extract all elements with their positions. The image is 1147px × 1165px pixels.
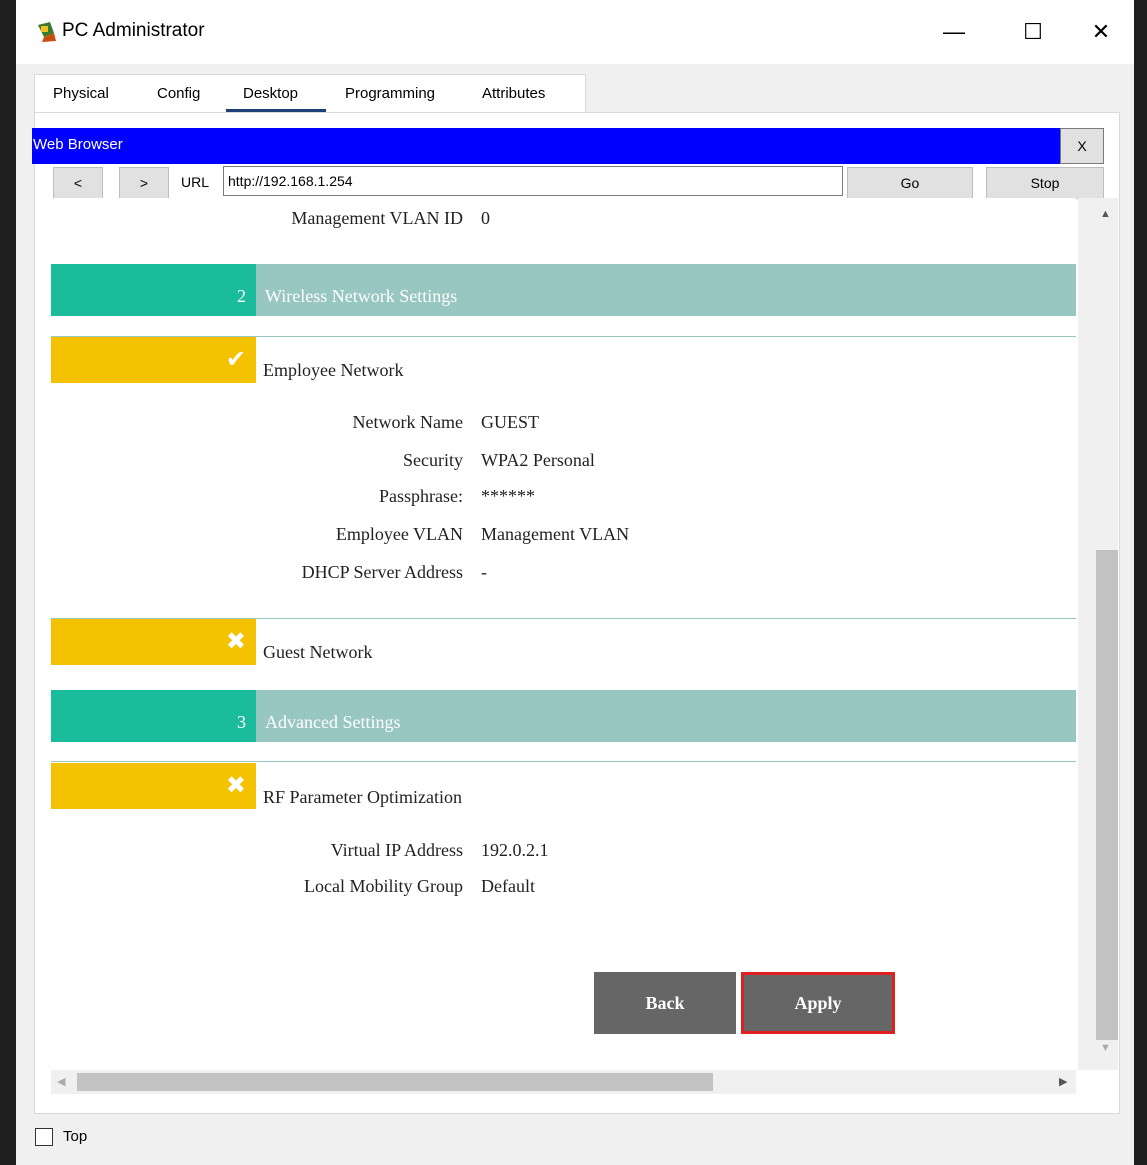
passphrase-label: Passphrase: (379, 486, 463, 506)
packet-tracer-pc-icon (38, 22, 56, 42)
guest-network-status: ✖ (51, 619, 256, 665)
cross-icon: ✖ (225, 627, 246, 655)
minimize-button[interactable]: — (931, 10, 977, 54)
guest-network-title[interactable]: Guest Network (263, 642, 372, 663)
top-checkbox[interactable] (35, 1128, 53, 1146)
dhcp-server-label: DHCP Server Address (301, 562, 463, 582)
horizontal-scrollbar[interactable]: ◀ ▶ (51, 1070, 1076, 1094)
back-button[interactable]: Back (594, 972, 736, 1034)
security-label: Security (403, 450, 463, 470)
vertical-scrollbar[interactable]: ▲ ▼ (1078, 198, 1118, 1070)
scroll-down-icon[interactable]: ▼ (1100, 1042, 1111, 1054)
url-label: URL (181, 174, 210, 190)
scroll-right-icon[interactable]: ▶ (1059, 1075, 1067, 1088)
browser-forward-button[interactable]: > (119, 167, 169, 199)
check-icon: ✔ (225, 345, 246, 373)
web-browser-title: Web Browser (33, 136, 123, 153)
employee-vlan-value: Management VLAN (481, 524, 630, 544)
mobility-group-label: Local Mobility Group (304, 876, 463, 896)
tab-desktop[interactable]: Desktop (243, 85, 298, 102)
passphrase-value: ****** (481, 486, 535, 506)
dhcp-server-value: - (481, 562, 487, 582)
section-wireless-network-settings: 2 Wireless Network Settings (51, 264, 1076, 316)
management-vlan-label: Management VLAN ID (291, 208, 463, 228)
title-bar: PC Administrator — ☐ ✕ (16, 0, 1134, 64)
divider (51, 761, 1076, 762)
stop-button[interactable]: Stop (986, 167, 1104, 199)
section-number: 3 (51, 690, 256, 742)
tab-physical[interactable]: Physical (53, 85, 109, 102)
apply-button[interactable]: Apply (741, 972, 895, 1034)
mobility-group-value: Default (481, 876, 535, 896)
employee-network-status: ✔ (51, 337, 256, 383)
section-number: 2 (51, 264, 256, 316)
tab-strip: Physical Config Desktop Programming Attr… (34, 74, 586, 113)
network-name-value: GUEST (481, 412, 539, 432)
horizontal-scroll-thumb[interactable] (77, 1073, 713, 1091)
go-button[interactable]: Go (847, 167, 973, 199)
network-name-label: Network Name (352, 412, 463, 432)
tab-programming[interactable]: Programming (345, 85, 435, 102)
scroll-up-icon[interactable]: ▲ (1100, 208, 1111, 220)
web-browser-close-button[interactable]: X (1060, 128, 1104, 164)
vertical-scroll-thumb[interactable] (1096, 550, 1118, 1040)
management-vlan-value: 0 (481, 208, 490, 228)
tab-attributes[interactable]: Attributes (482, 85, 545, 102)
web-browser-titlebar (32, 128, 1104, 164)
top-label: Top (63, 1128, 88, 1145)
employee-vlan-label: Employee VLAN (335, 524, 463, 544)
virtual-ip-label: Virtual IP Address (330, 840, 463, 860)
virtual-ip-value: 192.0.2.1 (481, 840, 549, 860)
tab-config[interactable]: Config (157, 85, 200, 102)
url-input[interactable] (223, 166, 843, 196)
security-value: WPA2 Personal (481, 450, 595, 470)
close-window-button[interactable]: ✕ (1078, 10, 1124, 54)
scroll-left-icon[interactable]: ◀ (57, 1075, 65, 1088)
maximize-button[interactable]: ☐ (1010, 10, 1056, 54)
section-title: Advanced Settings (265, 712, 401, 732)
section-title: Wireless Network Settings (265, 286, 458, 306)
window-title: PC Administrator (62, 20, 205, 41)
web-page-viewport: Management VLAN ID 0 2 Wireless Network … (51, 198, 1076, 1070)
app-window: PC Administrator — ☐ ✕ Physical Config D… (16, 0, 1134, 1165)
cross-icon: ✖ (225, 771, 246, 799)
employee-network-title[interactable]: Employee Network (263, 360, 403, 381)
rf-optimization-title[interactable]: RF Parameter Optimization (263, 787, 462, 808)
section-advanced-settings: 3 Advanced Settings (51, 690, 1076, 742)
rf-optimization-status: ✖ (51, 763, 256, 809)
browser-back-button[interactable]: < (53, 167, 103, 199)
